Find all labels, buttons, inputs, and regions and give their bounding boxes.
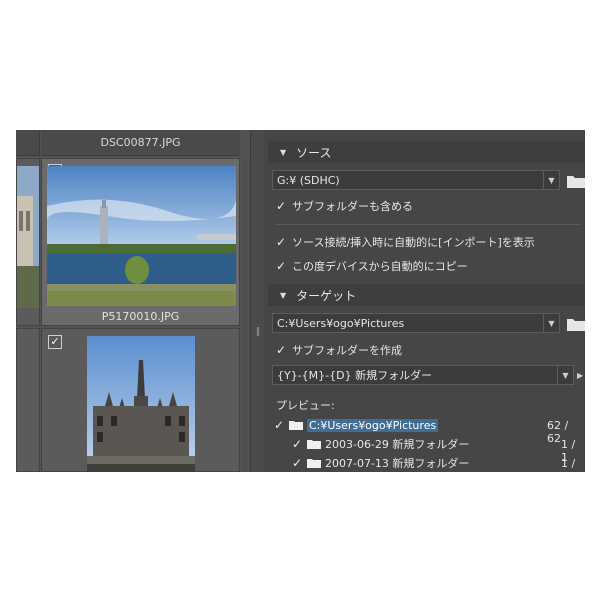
thumbnail-checkbox[interactable]: ✓ [48, 335, 62, 349]
check-icon: ✓ [276, 235, 287, 249]
check-icon[interactable]: ✓ [292, 456, 304, 470]
thumbnail-image [87, 336, 195, 472]
target-section-header[interactable]: ▼ ターゲット [268, 284, 585, 306]
folder-icon [307, 440, 321, 449]
include-subfolders-label: サブフォルダーも含める [292, 200, 413, 213]
expand-right-icon[interactable]: ▶ [577, 371, 583, 380]
target-path-dropdown[interactable]: C:¥Users¥ogo¥Pictures ▼ [272, 313, 560, 333]
thumbnail-image [47, 166, 236, 306]
subfolder-pattern-dropdown[interactable]: {Y}-{M}-{D} 新規フォルダー ▼ [272, 365, 574, 385]
check-icon[interactable]: ✓ [292, 437, 304, 451]
preview-tree-item[interactable]: ✓ 2003-06-29 新規フォルダー [292, 435, 469, 453]
dropdown-arrow-icon: ▼ [543, 314, 559, 332]
create-subfolder-label: サブフォルダーを作成 [292, 344, 402, 357]
thumbnail-cell-partial-2[interactable] [16, 328, 40, 472]
target-section-title: ターゲット [296, 288, 357, 303]
grip-icon: ‖ [255, 327, 261, 337]
folder-icon [289, 421, 303, 430]
thumbnail-grid: DSC00877.JPG ✓ [16, 130, 264, 472]
column-header-prev [16, 130, 40, 156]
column-header-filename: DSC00877.JPG [41, 130, 240, 156]
thumbnail-filename: P5170010.JPG [101, 310, 180, 323]
include-subfolders-checkbox[interactable]: ✓ サブフォルダーも含める [276, 197, 413, 215]
preview-folder-name: 2007-07-13 新規フォルダー [325, 457, 470, 470]
dropdown-arrow-icon: ▼ [543, 171, 559, 189]
section-divider [276, 224, 581, 225]
import-window: DSC00877.JPG ✓ [16, 130, 585, 472]
check-icon[interactable]: ✓ [274, 418, 286, 432]
source-section-title: ソース [296, 145, 332, 160]
check-icon: ✓ [276, 259, 287, 273]
auto-copy-checkbox[interactable]: ✓ この度デバイスから自動的にコピー [276, 257, 468, 275]
target-path-value: C:¥Users¥ogo¥Pictures [277, 316, 405, 330]
auto-copy-label: この度デバイスから自動的にコピー [292, 260, 468, 273]
source-device-value: G:¥ (SDHC) [277, 173, 340, 187]
folder-browse-icon[interactable] [567, 173, 585, 188]
preview-folder-count: 1 / 1 [561, 457, 576, 472]
preview-tree-root[interactable]: ✓ C:¥Users¥ogo¥Pictures [274, 416, 439, 434]
import-settings-panel: ▼ ソース G:¥ (SDHC) ▼ ✓ サブフォルダーも含める ✓ ソース接続… [264, 130, 585, 472]
preview-folder-name: 2003-06-29 新規フォルダー [325, 438, 470, 451]
check-icon: ✓ [276, 199, 287, 213]
collapse-icon: ▼ [280, 290, 287, 300]
collapse-icon: ▼ [280, 147, 287, 157]
thumbnail-image-partial-1 [17, 166, 39, 308]
dropdown-arrow-icon: ▼ [557, 366, 573, 384]
panel-splitter[interactable]: ‖ [250, 130, 264, 472]
folder-icon [307, 459, 321, 468]
thumbnail-cell[interactable]: ✓ [41, 328, 240, 472]
grid-scrollbar[interactable] [242, 160, 250, 472]
show-import-on-connect-checkbox[interactable]: ✓ ソース接続/挿入時に自動的に[インポート]を表示 [276, 233, 535, 251]
thumbnail-cell-partial-1[interactable] [16, 158, 40, 326]
create-subfolder-checkbox[interactable]: ✓ サブフォルダーを作成 [276, 341, 402, 359]
preview-label: プレビュー: [276, 399, 335, 412]
check-icon: ✓ [276, 343, 287, 357]
subfolder-pattern-value: {Y}-{M}-{D} 新規フォルダー [277, 369, 433, 382]
show-import-on-connect-label: ソース接続/挿入時に自動的に[インポート]を表示 [292, 236, 535, 249]
preview-tree-item[interactable]: ✓ 2007-07-13 新規フォルダー [292, 454, 469, 472]
preview-root-path: C:¥Users¥ogo¥Pictures [307, 418, 439, 432]
folder-browse-icon[interactable] [567, 316, 585, 331]
thumbnail-cell[interactable]: ✓ [41, 158, 240, 326]
source-section-header[interactable]: ▼ ソース [268, 141, 585, 163]
source-device-dropdown[interactable]: G:¥ (SDHC) ▼ [272, 170, 560, 190]
